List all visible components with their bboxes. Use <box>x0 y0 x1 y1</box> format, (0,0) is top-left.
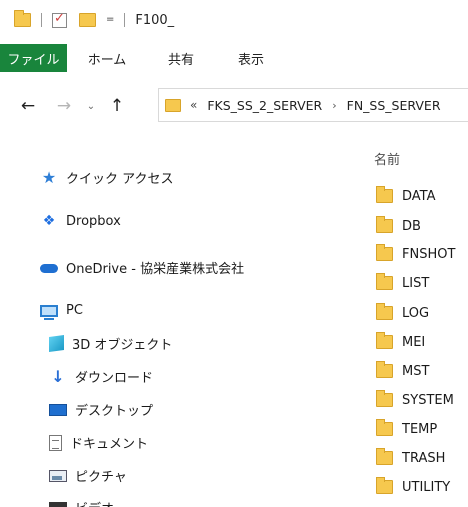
up-arrow-icon[interactable]: ↑ <box>108 96 126 116</box>
cube-icon <box>49 334 64 353</box>
sidebar-item-label: ダウンロード <box>75 371 154 386</box>
tab-file[interactable]: ファイル <box>0 44 67 72</box>
sidebar-item-downloads[interactable]: ↓ ダウンロード <box>49 367 153 386</box>
folder-icon <box>376 448 393 465</box>
file-list: 名前 DATA DB FNSHOT LIST LOG MEI MST SYSTE… <box>350 140 468 507</box>
sidebar-item-videos[interactable]: ビデオ <box>49 498 114 507</box>
picture-icon <box>49 469 67 482</box>
folder-icon[interactable] <box>14 10 31 27</box>
star-icon: ★ <box>41 167 57 187</box>
folder-name: MST <box>402 363 430 379</box>
sidebar-item-onedrive[interactable]: OneDrive - 協栄産業株式会社 <box>40 258 244 277</box>
sidebar-item-documents[interactable]: ドキュメント <box>49 433 148 452</box>
sidebar-item-label: クイック アクセス <box>66 172 174 187</box>
forward-arrow-icon[interactable]: → <box>54 96 74 116</box>
list-item[interactable]: TRASH <box>376 448 445 468</box>
sidebar-item-label: ピクチャ <box>75 470 127 485</box>
list-item[interactable]: MST <box>376 361 429 381</box>
folder-name: DB <box>402 218 421 234</box>
ribbon-tabs: ファイル ホーム 共有 表示 <box>0 44 468 72</box>
list-item[interactable]: DATA <box>376 186 436 206</box>
folder-icon <box>376 244 393 261</box>
tab-view[interactable]: 表示 <box>215 44 287 72</box>
folder-icon <box>376 332 393 349</box>
document-icon <box>49 434 62 451</box>
sidebar-item-dropbox[interactable]: ❖ Dropbox <box>40 213 121 229</box>
new-folder-icon[interactable] <box>79 13 96 27</box>
sidebar-item-label: 3D オブジェクト <box>72 338 173 353</box>
download-icon: ↓ <box>51 366 65 386</box>
folder-icon <box>376 273 393 290</box>
address-bar[interactable]: « FKS_SS_2_SERVER › FN_SS_SERVER <box>158 88 468 122</box>
folder-icon <box>376 419 393 436</box>
sidebar-item-quick-access[interactable]: ★ クイック アクセス <box>40 167 174 187</box>
quick-access-dropdown[interactable]: = <box>106 15 114 25</box>
sidebar-item-label: ドキュメント <box>70 437 149 452</box>
list-item[interactable]: TEMP <box>376 419 437 439</box>
column-header-name[interactable]: 名前 <box>374 149 400 168</box>
folder-name: LIST <box>402 275 430 291</box>
breadcrumb-overflow[interactable]: « <box>190 98 197 112</box>
list-item[interactable]: LIST <box>376 273 429 293</box>
list-item[interactable]: FNSHOT <box>376 244 455 264</box>
navigation-bar: ← → ⌄ ↑ « FKS_SS_2_SERVER › FN_SS_SERVER <box>0 86 468 126</box>
folder-name: TRASH <box>402 450 446 466</box>
tab-home[interactable]: ホーム <box>67 44 147 72</box>
dropbox-icon: ❖ <box>42 213 56 229</box>
folder-name: FNSHOT <box>402 246 456 262</box>
sidebar-item-label: PC <box>66 303 83 318</box>
list-item[interactable]: SYSTEM <box>376 390 454 410</box>
sidebar-item-pictures[interactable]: ピクチャ <box>49 466 127 485</box>
breadcrumb-item[interactable]: FN_SS_SERVER <box>347 98 441 113</box>
folder-icon <box>376 216 393 233</box>
folder-name: DATA <box>402 188 436 204</box>
folder-name: TEMP <box>402 421 438 437</box>
folder-icon <box>376 361 393 378</box>
sidebar-item-label: デスクトップ <box>75 404 154 419</box>
recent-locations-chevron-icon[interactable]: ⌄ <box>84 101 98 112</box>
sidebar-item-label: Dropbox <box>66 213 121 229</box>
sidebar-item-3d-objects[interactable]: 3D オブジェクト <box>49 334 172 353</box>
breadcrumb-item[interactable]: FKS_SS_2_SERVER <box>207 98 322 113</box>
title-bar: = F100_ <box>0 0 468 40</box>
sidebar-item-desktop[interactable]: デスクトップ <box>49 400 153 419</box>
cloud-icon <box>40 264 58 273</box>
sidebar-item-label: OneDrive - 協栄産業株式会社 <box>66 262 245 277</box>
navigation-pane: ★ クイック アクセス ❖ Dropbox OneDrive - 協栄産業株式会… <box>0 140 350 507</box>
divider <box>124 13 126 27</box>
list-item[interactable]: DB <box>376 216 421 236</box>
properties-icon[interactable] <box>52 11 67 28</box>
folder-icon <box>376 186 393 203</box>
sidebar-item-label: ビデオ <box>75 498 114 507</box>
folder-icon <box>376 303 393 320</box>
video-icon <box>49 501 67 507</box>
back-arrow-icon[interactable]: ← <box>18 96 38 116</box>
divider <box>41 13 42 27</box>
folder-icon <box>376 477 393 494</box>
desktop-icon <box>49 403 67 416</box>
folder-name: LOG <box>402 305 430 321</box>
pc-icon <box>40 304 58 320</box>
tab-share[interactable]: 共有 <box>147 44 215 72</box>
folder-icon <box>376 390 393 407</box>
list-item[interactable]: UTILITY <box>376 477 450 497</box>
breadcrumb-separator-icon[interactable]: › <box>332 99 336 112</box>
sidebar-item-pc[interactable]: PC <box>40 303 83 320</box>
folder-icon <box>165 98 181 112</box>
list-item[interactable]: LOG <box>376 303 429 323</box>
list-item[interactable]: MEI <box>376 332 425 352</box>
folder-name: MEI <box>402 334 426 350</box>
window-title: F100_ <box>135 12 175 28</box>
folder-name: UTILITY <box>402 479 451 495</box>
folder-name: SYSTEM <box>402 392 454 408</box>
